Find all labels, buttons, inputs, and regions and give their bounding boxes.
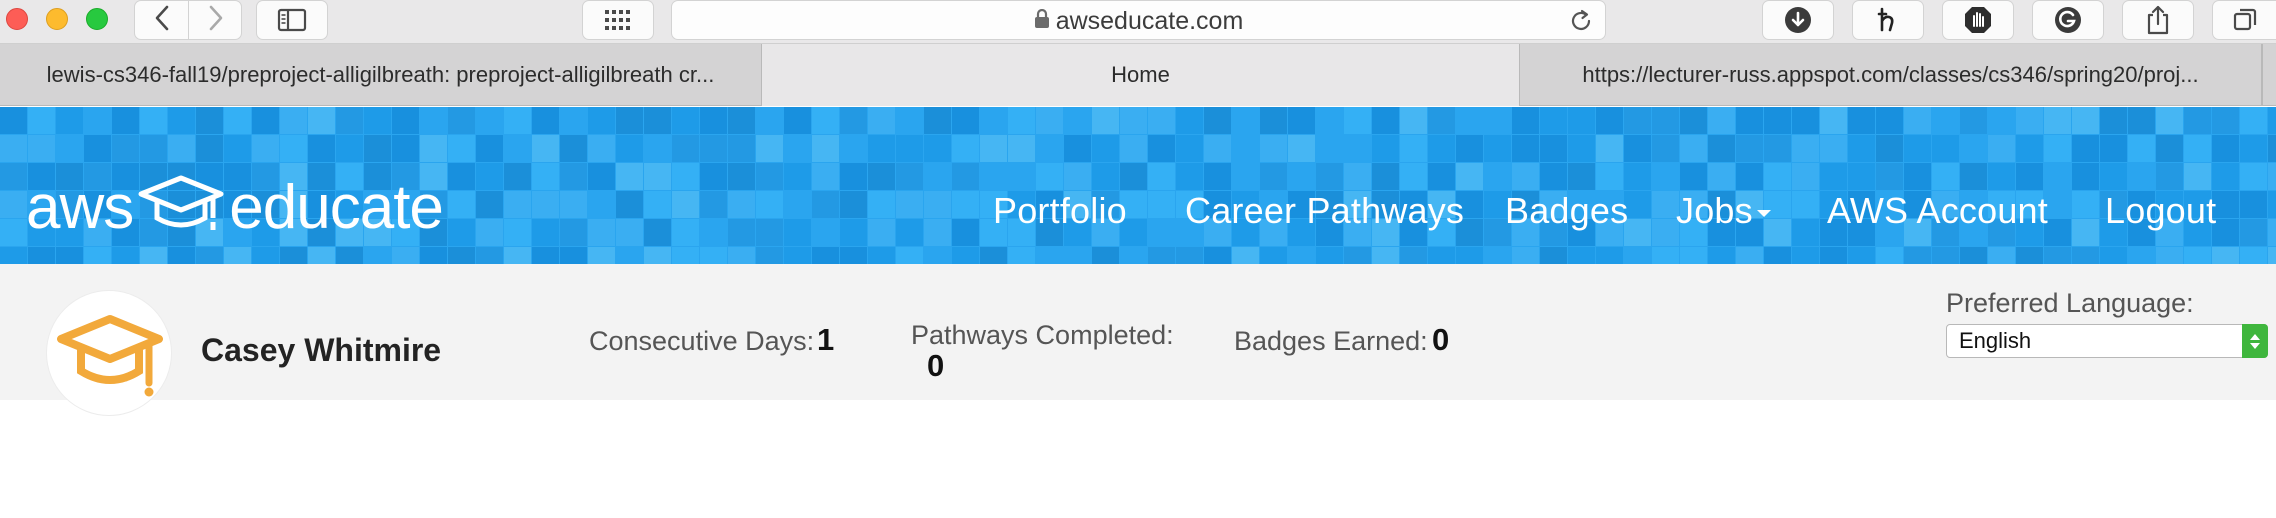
address-text: awseducate.com [1055, 6, 1244, 35]
grammarly-icon [2053, 5, 2083, 35]
sidebar-button[interactable] [256, 0, 328, 40]
grid-icon [604, 9, 632, 31]
pathways-completed-label: Pathways Completed: [911, 320, 1174, 350]
site-header: aws educate Portfolio Career Pathways Ba… [0, 107, 2276, 264]
share-button[interactable] [2122, 0, 2194, 40]
user-name: Casey Whitmire [201, 332, 442, 368]
grammarly-extension-button[interactable] [2032, 0, 2104, 40]
select-stepper-icon [2242, 324, 2268, 358]
tab-title: https://lecturer-russ.appspot.com/classe… [1582, 62, 2199, 87]
nav-aws-account[interactable]: AWS Account [1827, 190, 2048, 232]
history-nav [134, 0, 242, 40]
lock-icon [1034, 7, 1050, 36]
tab-bar: lewis-cs346-fall19/preproject-alligilbre… [0, 44, 2276, 106]
badges-earned-label: Badges Earned: [1234, 326, 1428, 356]
address-bar[interactable]: awseducate.com [671, 0, 1606, 40]
graduation-cap-icon [47, 315, 171, 415]
logo-aws-text: aws [26, 172, 134, 242]
back-button[interactable] [135, 1, 189, 39]
honey-extension-button[interactable] [1852, 0, 1924, 40]
pathways-completed-value: 0 [927, 348, 945, 383]
nav-logout[interactable]: Logout [2105, 190, 2216, 232]
tab-github[interactable]: lewis-cs346-fall19/preproject-alligilbre… [0, 44, 762, 106]
reload-icon[interactable] [1567, 7, 1595, 40]
nav-portfolio[interactable]: Portfolio [993, 190, 1127, 232]
profile-bar: Casey Whitmire Consecutive Days: 1 Pathw… [0, 264, 2276, 416]
share-icon [2145, 4, 2171, 36]
downloads-button[interactable] [1762, 0, 1834, 40]
minimize-window-button[interactable] [46, 8, 68, 30]
tab-overflow[interactable] [2262, 44, 2276, 106]
browser-toolbar: awseducate.com [0, 0, 2276, 44]
preferred-language-label: Preferred Language: [1946, 288, 2194, 318]
graduation-cap-icon [135, 172, 227, 243]
honey-icon [1873, 5, 1903, 35]
nav-badges[interactable]: Badges [1505, 190, 1628, 232]
tab-overview-button[interactable] [2212, 0, 2276, 40]
forward-button[interactable] [189, 1, 243, 39]
top-sites-button[interactable] [582, 0, 654, 40]
tab-lecturer[interactable]: https://lecturer-russ.appspot.com/classe… [1520, 44, 2262, 106]
nav-jobs-label: Jobs [1676, 190, 1753, 231]
consecutive-days-label: Consecutive Days: [589, 326, 815, 356]
download-icon [1783, 5, 1813, 35]
avatar [46, 290, 172, 416]
close-window-button[interactable] [6, 8, 28, 30]
sidebar-icon [277, 8, 307, 32]
chevron-left-icon [154, 5, 170, 36]
tab-title: Home [1111, 62, 1170, 87]
nav-career-pathways[interactable]: Career Pathways [1185, 190, 1464, 232]
aws-educate-logo[interactable]: aws educate [26, 167, 444, 247]
stop-hand-icon [1962, 4, 1994, 36]
tabs-icon [2232, 7, 2258, 33]
nav-jobs[interactable]: Jobs [1676, 190, 1771, 232]
language-select[interactable]: English [1946, 324, 2268, 358]
tab-title: lewis-cs346-fall19/preproject-alligilbre… [46, 62, 715, 87]
consecutive-days-value: 1 [817, 322, 835, 357]
caret-down-icon [1756, 209, 1771, 217]
stop-extension-button[interactable] [1942, 0, 2014, 40]
tab-home[interactable]: Home [762, 44, 1520, 106]
badges-earned-value: 0 [1432, 322, 1450, 357]
chevron-right-icon [208, 5, 224, 36]
zoom-window-button[interactable] [86, 8, 108, 30]
language-select-value: English [1959, 328, 2032, 353]
logo-educate-text: educate [229, 172, 444, 242]
